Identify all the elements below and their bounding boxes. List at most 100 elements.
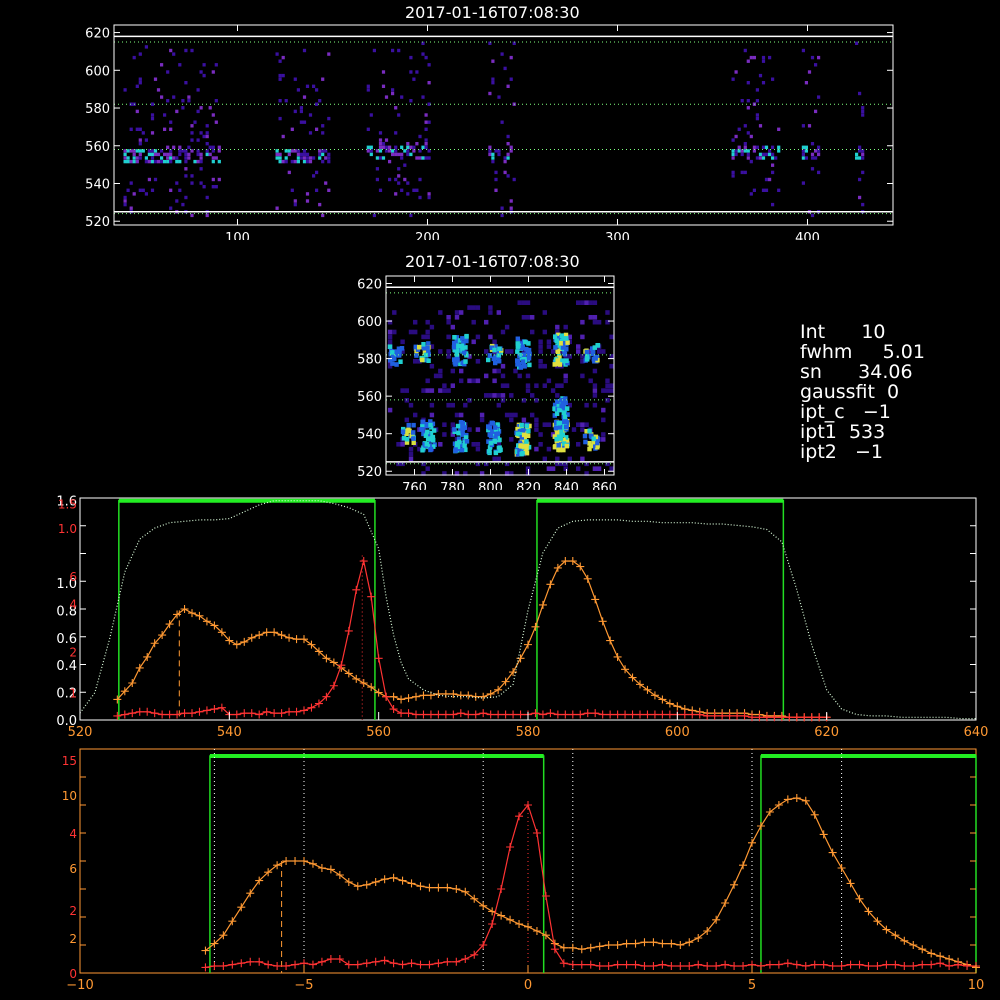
spectro-pixel (412, 149, 416, 153)
spectro-pixel (391, 149, 395, 153)
series-marker (173, 710, 182, 719)
spectro-pixel (503, 170, 507, 175)
spectro-pixel (861, 152, 865, 157)
spectro-pixel (580, 427, 585, 432)
series-marker (506, 843, 515, 851)
spectro-pixel (278, 116, 282, 121)
series-marker (202, 617, 211, 626)
series-marker (792, 960, 801, 969)
series-marker (837, 864, 846, 872)
spectro-pixel (421, 156, 425, 160)
spectro-pixel (601, 417, 606, 423)
spectro-pixel (454, 315, 460, 320)
spectro-pixel (378, 131, 383, 135)
y-tick-label-red: 0 (69, 967, 77, 981)
spectro-pixel (366, 145, 370, 149)
spectro-pixel (321, 131, 325, 135)
series-marker (270, 628, 279, 637)
spectro-pixel (506, 152, 510, 157)
series-marker (801, 796, 810, 805)
spectro-pixel (587, 428, 592, 434)
spectro-pixel (409, 99, 413, 103)
spectro-pixel (147, 152, 151, 157)
spectro-pixel (366, 84, 370, 88)
series-marker (613, 652, 622, 661)
spectro-pixel (150, 159, 155, 164)
spectro-pixel (764, 145, 769, 149)
spectro-pixel (731, 156, 735, 160)
spectro-pixel (308, 113, 313, 117)
spectro-pixel (160, 63, 164, 67)
spectro-pixel (193, 120, 197, 124)
spectro-pixel (384, 145, 389, 149)
series-marker (264, 960, 273, 969)
y-tick-label-red: 2 (69, 904, 77, 918)
spectro-pixel (184, 159, 188, 164)
spectro-pixel (746, 59, 750, 63)
series-marker (150, 709, 159, 718)
y-tick-label-red: 2 (69, 645, 77, 659)
spectro-pixel (315, 170, 319, 175)
spectro-pixel (538, 339, 543, 345)
spectro-pixel (550, 466, 556, 471)
spectro-pixel (205, 134, 209, 139)
spectro-pixel (166, 159, 170, 164)
spectro-pixel (515, 336, 520, 342)
spectro-pixel (387, 407, 393, 413)
series-marker (180, 709, 189, 718)
spectro-pixel (211, 70, 215, 74)
y-tick-label-red: 2 (69, 932, 77, 946)
spectro-pixel (591, 436, 596, 442)
spectro-pixel (814, 63, 818, 67)
series-marker (282, 857, 291, 865)
spectro-pixel (392, 310, 397, 315)
spectro-pixel (427, 120, 431, 124)
spectro-pixel (609, 383, 614, 388)
spectro-pixel (138, 149, 142, 153)
spectro-pixel (408, 329, 414, 335)
spectro-pixel (471, 339, 476, 345)
series-marker (456, 691, 465, 700)
series-marker (262, 707, 271, 716)
series-marker (412, 692, 420, 701)
series-marker (228, 917, 237, 926)
spectro-pixel (592, 368, 598, 374)
spectro-pixel (178, 152, 182, 157)
series-marker (658, 710, 667, 719)
series-marker (583, 574, 592, 583)
spectro-pixel (432, 428, 437, 433)
spectro-pixel (515, 344, 520, 349)
series-marker (452, 885, 461, 893)
spectro-pixel (138, 142, 142, 146)
spectro-pixel (156, 152, 161, 157)
spectro-pixel (413, 329, 418, 335)
spectro-pixel (546, 378, 552, 384)
spectro-pixel (555, 349, 561, 354)
spectro-pixel (381, 84, 386, 88)
series-marker (285, 707, 294, 716)
spectro-pixel (462, 443, 467, 448)
spectro-pixel (302, 156, 307, 160)
spectro-pixel (509, 206, 513, 210)
series-marker (247, 633, 256, 642)
spectro-pixel (147, 159, 151, 164)
spectro-pixel (166, 70, 170, 74)
series-marker (188, 609, 196, 618)
series-marker (665, 710, 674, 719)
series-marker (532, 829, 541, 837)
spectro-pixel (530, 315, 535, 320)
spectro-pixel (211, 177, 215, 182)
spectro-pixel (534, 417, 539, 423)
spectro-pixel (378, 142, 383, 146)
spectro-pixel (296, 156, 300, 160)
series-marker (374, 654, 383, 663)
spectro-pixel (302, 152, 307, 157)
spectro-pixel (394, 177, 398, 182)
spectro-pixel (487, 353, 493, 358)
spectro-pixel (425, 329, 430, 335)
spectro-pixel (305, 152, 310, 157)
spectro-pixel (324, 156, 328, 160)
spectro-pixel (456, 430, 461, 436)
spectro-pixel (496, 402, 501, 408)
series-marker (703, 962, 712, 970)
